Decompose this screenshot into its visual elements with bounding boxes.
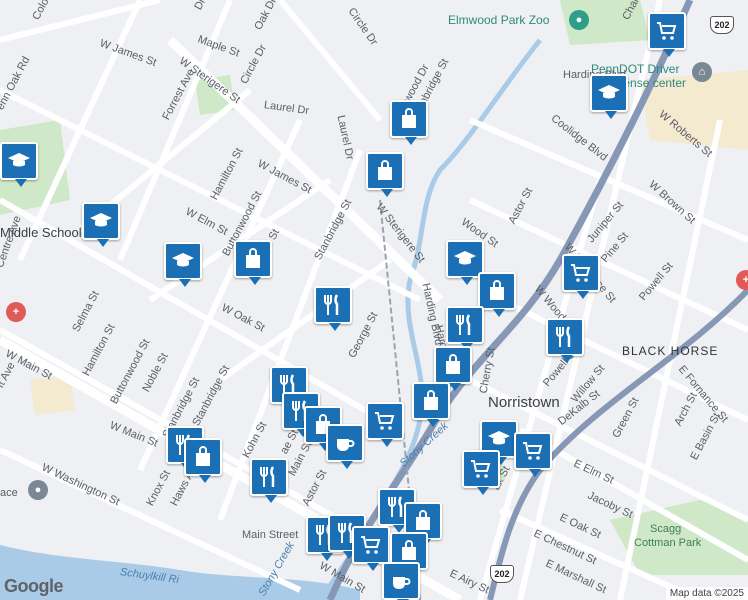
restaurant-pin[interactable] [446,306,484,351]
restaurant-pin[interactable] [314,286,352,331]
shopping-pin[interactable] [390,100,428,145]
fork-knife-icon [456,314,471,335]
cafe-pin[interactable] [326,424,364,469]
zoo-paw-icon[interactable]: ● [569,10,589,30]
fork-knife-icon [556,326,571,347]
map-base-layer [0,0,748,600]
map-attribution[interactable]: Map data ©2025 [665,587,748,600]
graduation-cap-icon [454,251,476,265]
shopping-bag-icon [402,540,416,560]
dmv-building-icon[interactable]: ⌂ [692,62,712,82]
restaurant-pin[interactable] [546,318,584,363]
shopping-pin[interactable] [478,272,516,317]
shopping-pin[interactable] [184,438,222,483]
grocery-pin[interactable] [648,12,686,57]
shopping-bag-icon [424,390,438,410]
grocery-pin[interactable] [366,402,404,447]
restaurant-pin[interactable] [250,458,288,503]
cart-icon [523,442,543,460]
grocery-pin[interactable] [514,432,552,477]
us-202-shield: 202 [490,565,514,583]
cart-icon [571,264,591,282]
grocery-pin[interactable] [462,450,500,495]
cart-icon [657,22,677,40]
fork-knife-icon [324,294,339,315]
hospital-icon[interactable]: + [6,302,26,322]
grocery-pin[interactable] [352,526,390,571]
graduation-cap-icon [172,253,194,267]
shopping-pin[interactable] [412,382,450,427]
school-pin[interactable] [164,242,202,287]
street-label: Main Street [242,529,299,541]
shopping-pin[interactable] [366,152,404,197]
cottman-park-label: Cottman Park [634,537,702,549]
streets-minor [0,0,748,600]
shopping-pin[interactable] [234,240,272,285]
us-202-shield: 202 [710,16,734,34]
black-horse-label: BLACK HORSE [622,344,719,358]
shopping-bag-icon [246,248,260,268]
graduation-cap-icon [90,213,112,227]
coffee-cup-icon [337,439,355,451]
cart-icon [361,536,381,554]
grocery-pin[interactable] [562,254,600,299]
graduation-cap-icon [8,153,30,167]
cart-icon [375,412,395,430]
norristown-label: Norristown [488,394,560,411]
school-pin[interactable] [0,142,38,187]
cafe-pin[interactable] [382,562,420,600]
scagg-label: Scagg [650,523,682,535]
street-label: ace [0,487,18,499]
fork-knife-icon [260,466,275,487]
zoo-label: Elmwood Park Zoo [448,13,550,27]
map-canvas[interactable]: Elmwood Park Zoo PennDOT Driver License … [0,0,748,600]
cart-icon [471,460,491,478]
graduation-cap-icon [488,431,510,445]
google-logo: Google [4,576,64,596]
coffee-cup-icon [393,577,411,589]
graduation-cap-icon [598,85,620,99]
shopping-bag-icon [402,108,416,128]
shopping-bag-icon [196,446,210,466]
shopping-bag-icon [378,160,392,180]
shopping-bag-icon [446,354,460,374]
shopping-bag-icon [416,510,430,530]
school-pin[interactable] [590,74,628,119]
school-pin[interactable] [82,202,120,247]
shopping-pin[interactable] [434,346,472,391]
landmark-icon[interactable]: ● [28,480,48,500]
shopping-bag-icon [490,280,504,300]
